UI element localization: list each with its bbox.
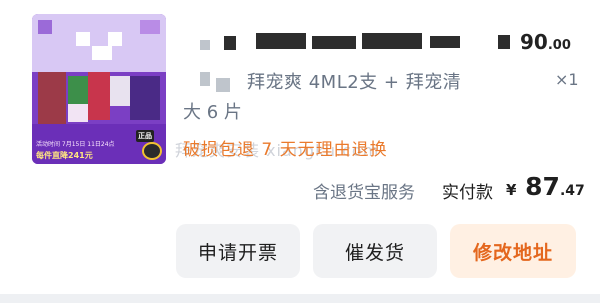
thumbnail-pixel xyxy=(38,20,52,34)
return-insurance-label: 含退货宝服务 xyxy=(313,183,415,203)
redacted-block xyxy=(200,72,210,86)
thumbnail-pixel xyxy=(68,104,88,122)
quantity: ×1 xyxy=(555,70,579,89)
product-title-line2[interactable]: 大 6 片 xyxy=(183,98,242,124)
redacted-block xyxy=(498,35,510,49)
section-divider xyxy=(0,294,600,303)
product-title-line1[interactable]: 拜宠爽 4ML2支 + 拜宠清 xyxy=(247,68,461,94)
redacted-block xyxy=(256,33,306,49)
thumbnail-pixel xyxy=(92,46,112,60)
thumbnail-pixel xyxy=(88,72,110,120)
thumbnail-small-text: 活动时间 7月15日 11日24点 xyxy=(36,141,115,148)
redacted-block xyxy=(312,36,356,49)
product-thumbnail[interactable]: 活动时间 7月15日 11日24点 每件直降241元 正品 xyxy=(32,14,166,164)
unit-price: 90.00 xyxy=(520,30,571,54)
paid-amount-label: 实付款 xyxy=(442,183,493,203)
thumbnail-pixel xyxy=(76,32,90,46)
thumbnail-pixel xyxy=(68,76,88,104)
thumbnail-genuine-badge: 正品 xyxy=(136,130,154,142)
thumbnail-pixel xyxy=(130,76,160,120)
redacted-block xyxy=(200,40,210,50)
redacted-block xyxy=(362,33,422,49)
paid-amount: ¥ 87.47 xyxy=(506,172,585,201)
redacted-block xyxy=(216,78,230,92)
redacted-block xyxy=(224,36,236,50)
thumbnail-pixel xyxy=(140,20,160,34)
thumbnail-discount-text: 每件直降241元 xyxy=(36,151,93,160)
payment-summary: 含退货宝服务 实付款 ¥ 87.47 xyxy=(0,172,600,206)
tmall-cat-icon xyxy=(142,142,162,160)
urge-shipment-button[interactable]: 催发货 xyxy=(313,224,437,278)
thumbnail-pixel xyxy=(110,76,130,106)
thumbnail-pixel xyxy=(38,72,66,124)
thumbnail-pixel xyxy=(108,32,122,46)
return-policy-tag: 破损包退 7 天无理由退换 xyxy=(183,140,388,160)
redacted-block xyxy=(430,36,460,48)
modify-address-button[interactable]: 修改地址 xyxy=(450,224,576,278)
apply-invoice-button[interactable]: 申请开票 xyxy=(176,224,300,278)
